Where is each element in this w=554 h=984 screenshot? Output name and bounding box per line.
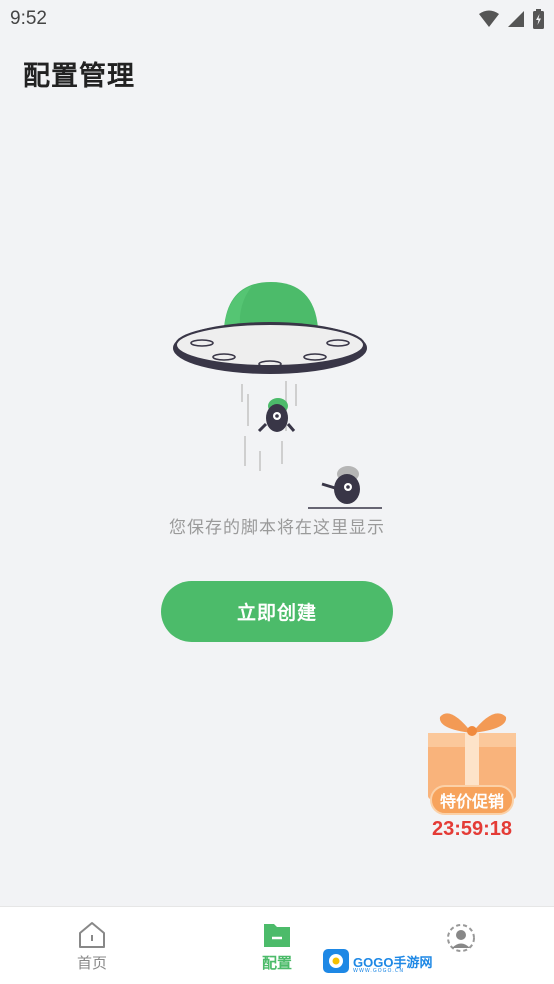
folder-icon	[264, 924, 290, 947]
watermark-subtext: WWW.GOGO.CN	[353, 968, 405, 974]
profile-icon	[447, 924, 475, 952]
wifi-icon	[479, 10, 499, 27]
ufo-illustration	[173, 282, 382, 509]
nav-label-home: 首页	[76, 954, 107, 972]
nav-label-config: 配置	[261, 954, 292, 972]
signal-icon	[508, 11, 524, 27]
status-icons	[479, 9, 544, 29]
watermark-logo-icon	[323, 949, 349, 973]
create-now-button[interactable]: 立即创建	[161, 581, 393, 642]
home-icon	[79, 922, 105, 948]
promo-countdown: 23:59:18	[431, 818, 513, 840]
promo-widget[interactable]: 特价促销 23:59:18	[420, 705, 524, 845]
promo-badge: 特价促销	[430, 785, 514, 815]
empty-state-message: 您保存的脚本将在这里显示	[169, 518, 385, 538]
page-title: 配置管理	[23, 61, 135, 92]
watermark: GOGO手游网 WWW.GOGO.CN	[323, 947, 433, 975]
status-time: 9:52	[10, 8, 47, 29]
battery-charging-icon	[533, 9, 544, 29]
status-bar: 9:52	[0, 0, 554, 38]
nav-item-config[interactable]: 配置	[217, 907, 337, 984]
nav-item-home[interactable]: 首页	[32, 907, 152, 984]
bottom-nav: 首页 配置	[0, 906, 554, 984]
